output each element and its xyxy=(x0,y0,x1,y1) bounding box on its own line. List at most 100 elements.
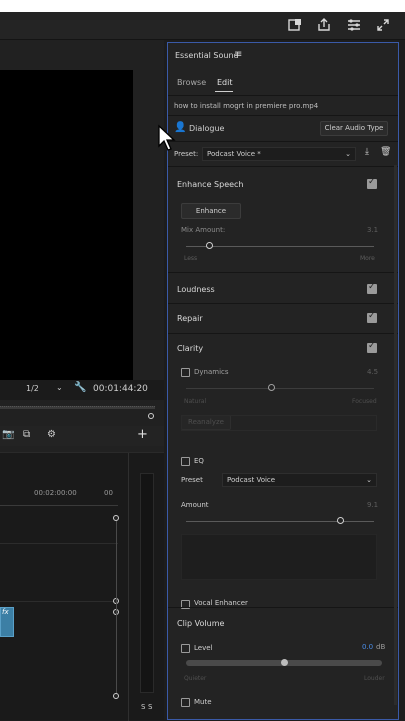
ruler-line xyxy=(0,505,118,506)
eq-preset-dropdown[interactable]: Podcast Voice ⌄ xyxy=(222,473,377,487)
enhance-speech-title: Enhance Speech xyxy=(177,180,244,189)
dynamics-slider[interactable] xyxy=(267,384,275,391)
settings-icon[interactable]: ⚙ xyxy=(47,429,56,440)
divider xyxy=(168,115,398,116)
scrub-end-handle[interactable] xyxy=(148,413,154,419)
clarity-checkbox[interactable] xyxy=(367,341,377,353)
meter-solo-left[interactable]: S xyxy=(141,703,145,711)
app-header-bar xyxy=(0,12,405,40)
enhance-button[interactable]: Enhance xyxy=(181,203,241,219)
preset-label: Preset: xyxy=(174,150,199,158)
track-scroll-line xyxy=(116,521,117,693)
dynamics-focused-label: Focused xyxy=(352,398,377,405)
essential-sound-panel: Essential Sound ≡ Browse Edit how to ins… xyxy=(167,42,399,720)
eq-amount-value: 9.1 xyxy=(367,501,379,509)
enhance-speech-checkbox[interactable] xyxy=(367,177,377,189)
loudness-title: Loudness xyxy=(177,285,215,294)
mouse-cursor xyxy=(157,124,177,152)
divider xyxy=(168,333,398,334)
divider xyxy=(168,272,398,273)
mix-amount-label: Mix Amount: xyxy=(181,226,226,234)
hamburger-icon[interactable]: ≡ xyxy=(234,49,242,60)
chevron-down-icon: ⌄ xyxy=(345,150,351,158)
ruler-timecode: 00:02:00:00 xyxy=(34,489,77,497)
trash-icon[interactable]: 🗑 xyxy=(380,147,391,157)
eq-preset-value: Podcast Voice xyxy=(227,476,276,484)
track-handle[interactable] xyxy=(113,693,119,699)
vocal-enhancer-label: Vocal Enhancer xyxy=(194,599,248,607)
video-clip[interactable]: fx xyxy=(0,607,14,637)
eq-amount-slider[interactable] xyxy=(337,517,345,524)
track-divider xyxy=(0,601,118,602)
divider xyxy=(168,166,398,167)
audio-type-label: Dialogue xyxy=(189,124,225,133)
level-checkbox[interactable] xyxy=(181,644,190,653)
fx-badge: fx xyxy=(2,608,9,616)
clear-audio-type-button[interactable]: Clear Audio Type xyxy=(320,121,388,136)
divider xyxy=(168,95,398,96)
divider xyxy=(168,303,398,304)
add-button-icon[interactable]: + xyxy=(137,427,148,442)
share-icon[interactable] xyxy=(316,18,332,34)
clip-volume-title: Clip Volume xyxy=(177,619,225,628)
eq-preset-label: Preset xyxy=(181,476,203,484)
tab-browse[interactable]: Browse xyxy=(177,78,206,87)
zoom-select[interactable]: 1/2 xyxy=(26,384,39,393)
clarity-title: Clarity xyxy=(177,344,204,353)
top-window-strip xyxy=(0,0,405,12)
preset-dropdown[interactable]: Podcast Voice * ⌄ xyxy=(202,147,356,161)
meter-solo-right[interactable]: S xyxy=(148,703,152,711)
eq-label: EQ xyxy=(194,457,204,465)
dynamics-checkbox[interactable] xyxy=(181,368,190,377)
eq-graph xyxy=(181,534,377,580)
panel-scrollbar[interactable] xyxy=(394,165,397,705)
mix-amount-slider[interactable] xyxy=(205,242,213,249)
chevron-down-icon[interactable]: ⌄ xyxy=(56,383,63,392)
quieter-label: Quieter xyxy=(184,675,207,682)
audio-meter xyxy=(140,473,154,693)
clip-name: how to install mogrt in premiere pro.mp4 xyxy=(174,102,319,110)
dynamics-label: Dynamics xyxy=(194,368,229,376)
timeline-panel: 00:02:00:00 00 fx S S xyxy=(0,452,164,721)
eq-checkbox[interactable] xyxy=(181,457,190,466)
mix-amount-value: 3.1 xyxy=(367,226,379,234)
tab-underline xyxy=(215,91,233,92)
mute-checkbox[interactable] xyxy=(181,698,190,707)
mix-more-label: More xyxy=(360,255,375,262)
repair-title: Repair xyxy=(177,314,203,323)
panel-title: Essential Sound xyxy=(175,51,239,60)
louder-label: Louder xyxy=(364,675,385,682)
dynamics-value: 4.5 xyxy=(367,368,379,376)
level-label: Level xyxy=(194,644,213,652)
mix-amount-track xyxy=(186,246,374,247)
monitor-playbar: 1/2 ⌄ 🔧 00:01:44:20 xyxy=(0,380,164,400)
dynamics-natural-label: Natural xyxy=(184,398,207,405)
compare-icon[interactable]: ⧉ xyxy=(23,429,30,440)
fullscreen-icon[interactable] xyxy=(375,18,391,34)
monitor-button-row: 📷 ⧉ ⚙ + xyxy=(0,426,164,446)
wrench-icon[interactable]: 🔧 xyxy=(74,382,86,393)
preset-value: Podcast Voice * xyxy=(207,150,261,158)
eq-amount-track xyxy=(186,521,374,522)
meter-divider xyxy=(128,453,129,721)
tab-edit[interactable]: Edit xyxy=(217,78,233,87)
level-value[interactable]: 0.0 xyxy=(362,643,373,651)
track-divider xyxy=(0,543,118,544)
monitor-scrub-bar[interactable] xyxy=(0,406,155,409)
chevron-down-icon: ⌄ xyxy=(366,476,372,484)
timecode-display: 00:01:44:20 xyxy=(93,384,148,394)
reanalyze-button[interactable]: Reanalyze xyxy=(181,415,231,430)
repair-checkbox[interactable] xyxy=(367,311,377,323)
dynamics-track xyxy=(186,388,374,389)
level-unit: dB xyxy=(376,643,386,651)
level-slider[interactable] xyxy=(281,659,288,666)
ruler-timecode-2: 00 xyxy=(104,489,113,497)
save-preset-icon[interactable]: ⤓ xyxy=(365,147,369,157)
loudness-checkbox[interactable] xyxy=(367,282,377,294)
divider xyxy=(168,141,398,142)
camera-icon[interactable]: 📷 xyxy=(2,429,14,440)
divider xyxy=(168,607,398,608)
workspaces-icon[interactable] xyxy=(346,18,362,34)
quick-export-icon[interactable] xyxy=(287,18,303,34)
video-frame xyxy=(0,70,133,381)
